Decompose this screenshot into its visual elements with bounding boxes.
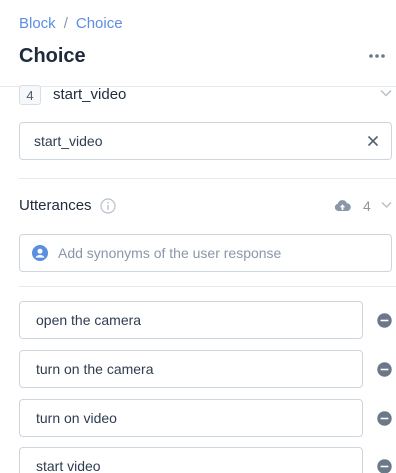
utterance-field[interactable]: turn on video (19, 399, 363, 437)
chevron-down-icon[interactable] (381, 201, 392, 209)
close-icon[interactable] (367, 135, 379, 147)
info-icon[interactable] (99, 197, 116, 214)
utterance-text: turn on video (36, 410, 117, 426)
synonym-placeholder: Add synonyms of the user response (58, 245, 282, 261)
section-divider (19, 286, 396, 287)
utterance-field[interactable]: start video (19, 447, 363, 473)
utterance-text: turn on the camera (36, 361, 154, 377)
utterances-section-header: Utterances (19, 197, 116, 214)
breadcrumb-block-link[interactable]: Block (19, 15, 56, 32)
breadcrumb-choice-link[interactable]: Choice (76, 15, 123, 32)
more-horizontal-icon (369, 54, 385, 58)
cloud-upload-icon[interactable] (334, 199, 351, 212)
utterance-field[interactable]: turn on the camera (19, 350, 363, 388)
choice-name: start_video (53, 86, 127, 103)
utterance-item: turn on video (19, 399, 396, 437)
remove-circle-icon[interactable] (377, 362, 392, 377)
chevron-down-icon[interactable] (380, 89, 392, 97)
breadcrumb-separator: / (63, 15, 68, 32)
utterance-text: open the camera (36, 312, 142, 328)
choice-name-value: start_video (34, 133, 103, 149)
utterance-field[interactable]: open the camera (19, 301, 363, 339)
breadcrumb: Block / Choice (19, 15, 123, 32)
choice-name-field[interactable]: start_video (19, 122, 392, 160)
section-divider (19, 178, 396, 179)
utterances-label: Utterances (19, 197, 92, 214)
more-options-button[interactable] (364, 48, 390, 64)
page-title: Choice (19, 45, 86, 67)
choice-row[interactable]: 4 start_video (19, 85, 392, 107)
utterance-item: start video (19, 447, 396, 473)
choice-index-badge: 4 (19, 85, 41, 105)
add-synonym-input[interactable]: Add synonyms of the user response (19, 234, 392, 272)
remove-circle-icon[interactable] (377, 313, 392, 328)
user-icon (32, 245, 48, 261)
utterance-count: 4 (363, 198, 371, 214)
remove-circle-icon[interactable] (377, 411, 392, 426)
utterance-item: open the camera (19, 301, 396, 339)
utterance-text: start video (36, 458, 101, 473)
utterance-item: turn on the camera (19, 350, 396, 388)
remove-circle-icon[interactable] (377, 459, 392, 473)
choice-panel: Block / Choice Choice 4 start_video star… (0, 0, 396, 473)
